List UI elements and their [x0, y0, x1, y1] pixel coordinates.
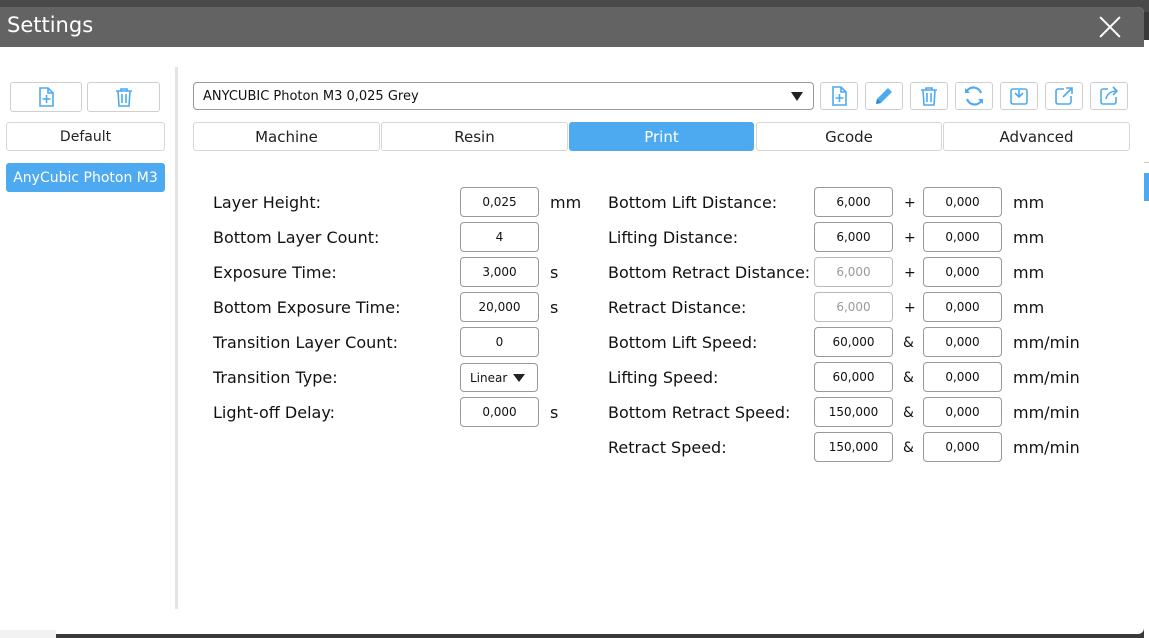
transition-type-label: Transition Type:: [213, 368, 338, 387]
background-app-edge: [1144, 40, 1149, 638]
bottom-retract-speed-unit: mm/min: [1013, 403, 1080, 422]
add-file-icon: [37, 87, 55, 107]
edit-icon: [874, 86, 894, 106]
lifting-speed-label: Lifting Speed:: [608, 368, 719, 387]
profile-sidebar: Default AnyCubic Photon M3: [0, 47, 172, 634]
bottom-retract-distance-label: Bottom Retract Distance:: [608, 263, 811, 282]
chevron-down-icon: [513, 374, 525, 382]
bottom-retract-speed-extra-input[interactable]: [923, 397, 1002, 427]
layer-height-unit: mm: [550, 193, 582, 212]
retract-speed-operator: &: [903, 440, 914, 456]
bottom-lift-distance-extra-input[interactable]: [923, 187, 1002, 217]
lifting-speed-input[interactable]: [814, 362, 893, 392]
share-icon: [1099, 86, 1119, 106]
exposure-time-input[interactable]: [460, 257, 539, 287]
sidebar-item-anycubic-photon-m3[interactable]: AnyCubic Photon M3: [6, 163, 165, 192]
light-off-delay-unit: s: [550, 403, 559, 422]
bottom-lift-distance-label: Bottom Lift Distance:: [608, 193, 778, 212]
retract-speed-label: Retract Speed:: [608, 438, 727, 457]
tab-machine[interactable]: Machine: [193, 122, 380, 151]
refresh-icon: [963, 85, 985, 107]
bottom-layer-count-label: Bottom Layer Count:: [213, 228, 380, 247]
new-profile-button[interactable]: [820, 82, 858, 110]
lifting-distance-extra-input[interactable]: [923, 222, 1002, 252]
retract-speed-unit: mm/min: [1013, 438, 1080, 457]
light-off-delay-input[interactable]: [460, 397, 539, 427]
bottom-lift-speed-operator: &: [903, 335, 914, 351]
background-app-corner: [0, 630, 56, 638]
lifting-speed-unit: mm/min: [1013, 368, 1080, 387]
bottom-retract-speed-operator: &: [903, 405, 914, 421]
bottom-lift-speed-extra-input[interactable]: [923, 327, 1002, 357]
bottom-retract-distance-extra-input[interactable]: [923, 257, 1002, 287]
chevron-down-icon: [791, 92, 803, 101]
bottom-exposure-time-label: Bottom Exposure Time:: [213, 298, 401, 317]
bottom-layer-count-input[interactable]: [460, 222, 539, 252]
panel-divider: [175, 67, 178, 609]
bottom-lift-speed-input[interactable]: [814, 327, 893, 357]
lifting-speed-operator: &: [903, 370, 914, 386]
bottom-retract-distance-unit: mm: [1013, 263, 1045, 282]
bottom-lift-speed-unit: mm/min: [1013, 333, 1080, 352]
lifting-distance-unit: mm: [1013, 228, 1045, 247]
edit-profile-button[interactable]: [865, 82, 903, 110]
bottom-lift-speed-label: Bottom Lift Speed:: [608, 333, 758, 352]
tab-gcode[interactable]: Gcode: [756, 122, 942, 151]
dialog-title: Settings: [7, 13, 94, 37]
delete-profile-button[interactable]: [87, 82, 160, 112]
bottom-retract-distance-input: [814, 257, 893, 287]
close-button[interactable]: [1098, 15, 1122, 39]
retract-distance-label: Retract Distance:: [608, 298, 747, 317]
bottom-retract-speed-input[interactable]: [814, 397, 893, 427]
background-accent: [1144, 173, 1149, 201]
lifting-distance-input[interactable]: [814, 222, 893, 252]
retract-distance-extra-input[interactable]: [923, 292, 1002, 322]
refresh-button[interactable]: [955, 82, 993, 110]
share-button[interactable]: [1090, 82, 1128, 110]
profile-select[interactable]: ANYCUBIC Photon M3 0,025 Grey: [193, 82, 814, 110]
lifting-distance-operator: +: [904, 230, 916, 246]
retract-distance-input: [814, 292, 893, 322]
settings-dialog: Settings Default AnyCubic Photon M3 ANYC…: [0, 7, 1144, 634]
lifting-speed-extra-input[interactable]: [923, 362, 1002, 392]
tab-print[interactable]: Print: [569, 122, 754, 151]
add-file-icon: [830, 86, 848, 106]
titlebar: Settings: [0, 7, 1144, 47]
tab-advanced[interactable]: Advanced: [943, 122, 1130, 151]
sidebar-item-default[interactable]: Default: [6, 122, 165, 151]
bottom-retract-speed-label: Bottom Retract Speed:: [608, 403, 791, 422]
retract-speed-extra-input[interactable]: [923, 432, 1002, 462]
import-button[interactable]: [1000, 82, 1038, 110]
exposure-time-unit: s: [550, 263, 559, 282]
trash-icon: [115, 87, 133, 107]
layer-height-label: Layer Height:: [213, 193, 321, 212]
bottom-lift-distance-input[interactable]: [814, 187, 893, 217]
exposure-time-label: Exposure Time:: [213, 263, 337, 282]
transition-layer-count-input[interactable]: [460, 327, 539, 357]
retract-distance-operator: +: [904, 300, 916, 316]
tab-resin[interactable]: Resin: [381, 122, 568, 151]
bottom-lift-distance-unit: mm: [1013, 193, 1045, 212]
transition-type-select[interactable]: Linear: [460, 363, 538, 392]
bottom-retract-distance-operator: +: [904, 265, 916, 281]
bottom-exposure-time-unit: s: [550, 298, 559, 317]
transition-layer-count-label: Transition Layer Count:: [213, 333, 399, 352]
background-divider: [1144, 162, 1149, 163]
retract-speed-input[interactable]: [814, 432, 893, 462]
export-icon: [1054, 86, 1074, 106]
light-off-delay-label: Light-off Delay:: [213, 403, 336, 422]
profile-select-value: ANYCUBIC Photon M3 0,025 Grey: [203, 89, 419, 104]
bottom-exposure-time-input[interactable]: [460, 292, 539, 322]
add-profile-button[interactable]: [10, 82, 82, 112]
layer-height-input[interactable]: [460, 187, 539, 217]
bottom-lift-distance-operator: +: [904, 195, 916, 211]
retract-distance-unit: mm: [1013, 298, 1045, 317]
transition-type-value: Linear: [470, 371, 508, 385]
delete-button[interactable]: [910, 82, 948, 110]
lifting-distance-label: Lifting Distance:: [608, 228, 739, 247]
delete-icon: [920, 86, 938, 106]
export-button[interactable]: [1045, 82, 1083, 110]
import-icon: [1009, 86, 1029, 106]
